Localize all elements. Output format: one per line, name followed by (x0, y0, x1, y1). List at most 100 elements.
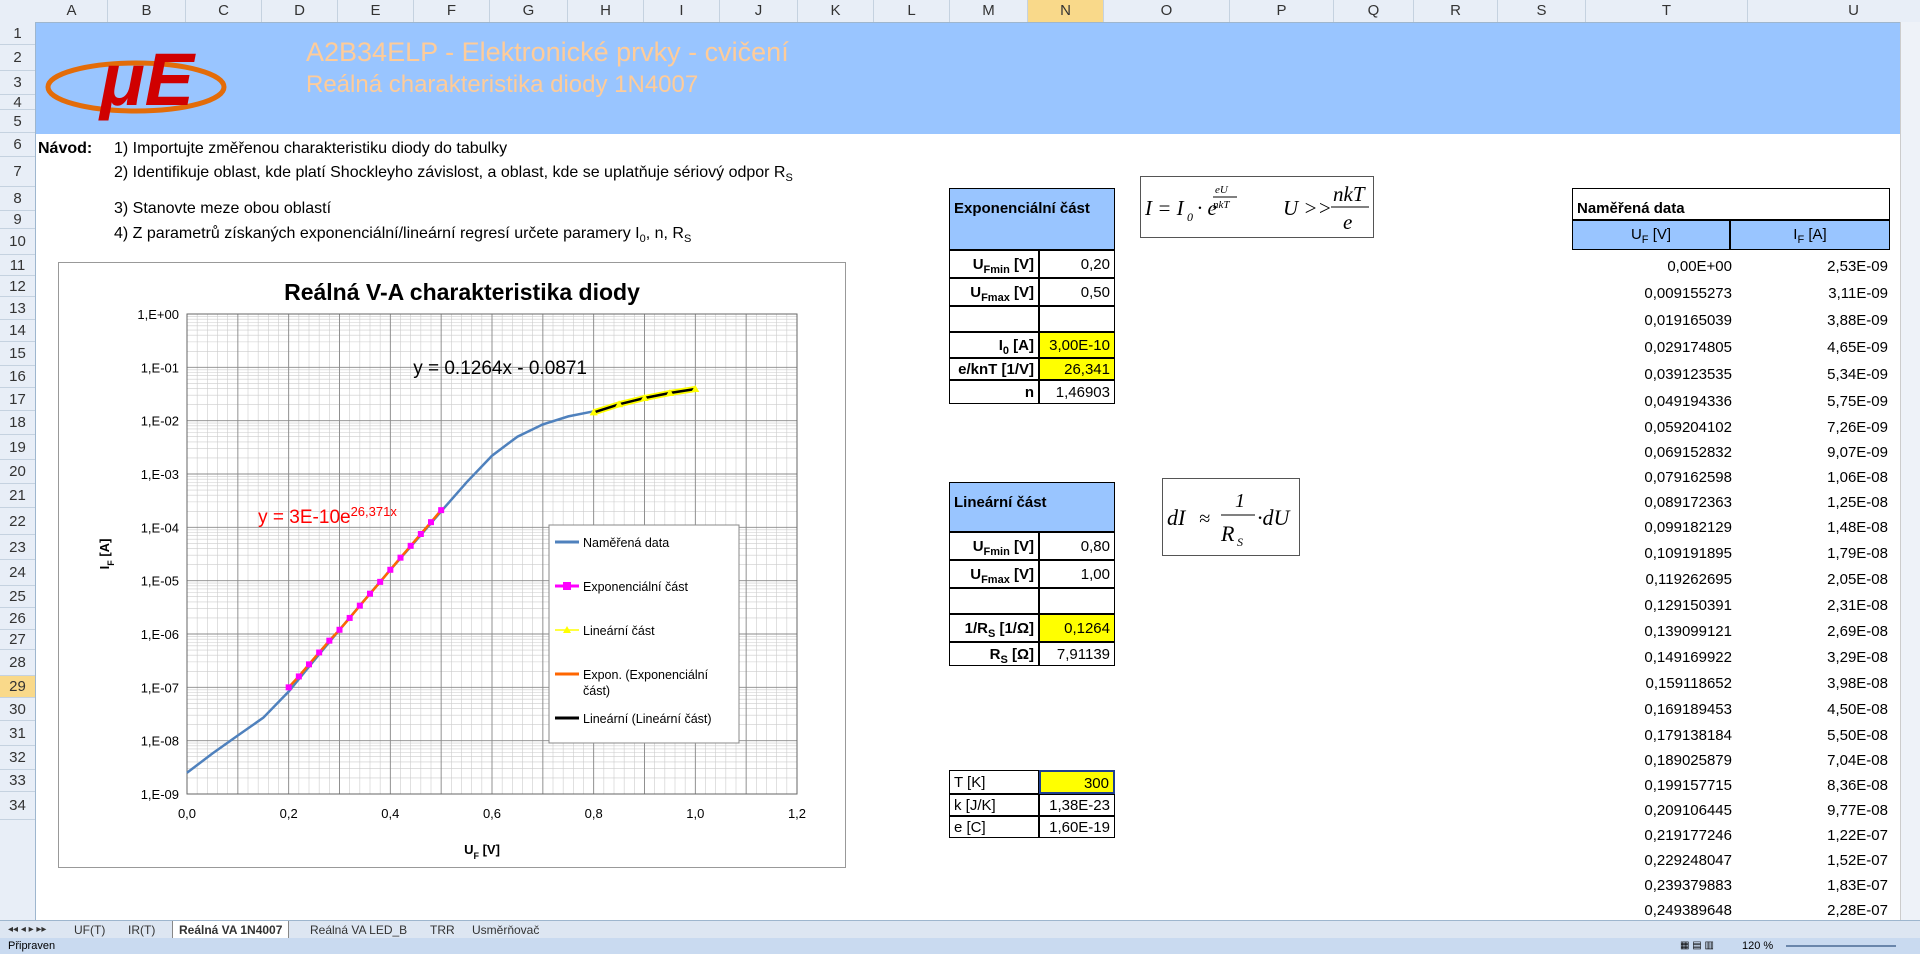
column-header-b[interactable]: B (108, 0, 186, 22)
measured-u-cell[interactable]: 0,00E+00 (1572, 258, 1732, 275)
measured-u-cell[interactable]: 0,199157715 (1572, 777, 1732, 794)
measured-u-cell[interactable]: 0,069152832 (1572, 444, 1732, 461)
row-header-24[interactable]: 24 (0, 560, 35, 586)
row-header-34[interactable]: 34 (0, 792, 35, 820)
measured-i-cell[interactable]: 2,53E-09 (1730, 258, 1888, 275)
column-header-e[interactable]: E (338, 0, 414, 22)
exp_table-value-4[interactable]: 26,341 (1039, 358, 1115, 380)
measured-i-cell[interactable]: 5,34E-09 (1730, 366, 1888, 383)
row-header-1[interactable]: 1 (0, 22, 35, 45)
row-header-5[interactable]: 5 (0, 110, 35, 133)
row-header-25[interactable]: 25 (0, 586, 35, 608)
measured-u-cell[interactable]: 0,029174805 (1572, 339, 1732, 356)
row-header-3[interactable]: 3 (0, 71, 35, 95)
sheet-tab-5[interactable]: Usměrňovač (466, 921, 545, 939)
column-header-g[interactable]: G (490, 0, 568, 22)
vertical-scrollbar[interactable] (1900, 22, 1920, 920)
measured-u-cell[interactable]: 0,039123535 (1572, 366, 1732, 383)
row-header-17[interactable]: 17 (0, 388, 35, 411)
measured-u-cell[interactable]: 0,089172363 (1572, 494, 1732, 511)
measured-i-cell[interactable]: 2,69E-08 (1730, 623, 1888, 640)
measured-u-cell[interactable]: 0,019165039 (1572, 312, 1732, 329)
column-header-n[interactable]: N (1028, 0, 1104, 22)
lin_table-value-1[interactable]: 1,00 (1039, 560, 1115, 588)
sheet-tab-0[interactable]: UF(T) (68, 921, 111, 939)
column-header-a[interactable]: A (36, 0, 108, 22)
column-header-f[interactable]: F (414, 0, 490, 22)
zoom-slider[interactable] (1786, 945, 1896, 947)
measured-i-cell[interactable]: 3,88E-09 (1730, 312, 1888, 329)
row-header-26[interactable]: 26 (0, 608, 35, 630)
measured-u-cell[interactable]: 0,059204102 (1572, 419, 1732, 436)
measured-i-cell[interactable]: 5,50E-08 (1730, 727, 1888, 744)
measured-u-cell[interactable]: 0,189025879 (1572, 752, 1732, 769)
measured-i-cell[interactable]: 8,36E-08 (1730, 777, 1888, 794)
column-header-r[interactable]: R (1414, 0, 1498, 22)
measured-i-cell[interactable]: 1,52E-07 (1730, 852, 1888, 869)
row-header-21[interactable]: 21 (0, 484, 35, 508)
measured-u-cell[interactable]: 0,159118652 (1572, 675, 1732, 692)
column-header-k[interactable]: K (798, 0, 874, 22)
measured-u-cell[interactable]: 0,239379883 (1572, 877, 1732, 894)
measured-i-cell[interactable]: 1,22E-07 (1730, 827, 1888, 844)
row-header-33[interactable]: 33 (0, 770, 35, 792)
lin_table-value-3[interactable]: 0,1264 (1039, 614, 1115, 642)
measured-u-cell[interactable]: 0,209106445 (1572, 802, 1732, 819)
const_table-value-1[interactable]: 1,38E-23 (1039, 794, 1115, 816)
lin_table-value-2[interactable] (1039, 588, 1115, 614)
measured-i-cell[interactable]: 7,26E-09 (1730, 419, 1888, 436)
measured-u-cell[interactable]: 0,249389648 (1572, 902, 1732, 919)
row-header-19[interactable]: 19 (0, 435, 35, 460)
column-header-m[interactable]: M (950, 0, 1028, 22)
column-header-u[interactable]: U (1748, 0, 1920, 22)
column-header-l[interactable]: L (874, 0, 950, 22)
exp_table-value-2[interactable] (1039, 306, 1115, 332)
row-header-11[interactable]: 11 (0, 255, 35, 276)
row-header-31[interactable]: 31 (0, 721, 35, 746)
measured-u-cell[interactable]: 0,129150391 (1572, 597, 1732, 614)
column-header-i[interactable]: I (644, 0, 720, 22)
measured-u-cell[interactable]: 0,119262695 (1572, 571, 1732, 588)
measured-i-cell[interactable]: 2,31E-08 (1730, 597, 1888, 614)
column-header-d[interactable]: D (262, 0, 338, 22)
sheet-tab-3[interactable]: Reálná VA LED_B (304, 921, 413, 939)
measured-u-cell[interactable]: 0,049194336 (1572, 393, 1732, 410)
measured-u-cell[interactable]: 0,079162598 (1572, 469, 1732, 486)
measured-i-cell[interactable]: 2,28E-07 (1730, 902, 1888, 919)
measured-u-cell[interactable]: 0,229248047 (1572, 852, 1732, 869)
row-header-4[interactable]: 4 (0, 95, 35, 110)
tab-nav-arrows[interactable]: ◂◂ ◂ ▸ ▸▸ (2, 921, 52, 939)
column-header-p[interactable]: P (1230, 0, 1334, 22)
row-header-18[interactable]: 18 (0, 411, 35, 435)
measured-i-cell[interactable]: 9,07E-09 (1730, 444, 1888, 461)
row-header-7[interactable]: 7 (0, 157, 35, 187)
measured-u-cell[interactable]: 0,009155273 (1572, 285, 1732, 302)
sheet-tab-1[interactable]: IR(T) (122, 921, 161, 939)
column-header-o[interactable]: O (1104, 0, 1230, 22)
row-header-32[interactable]: 32 (0, 746, 35, 770)
measured-i-cell[interactable]: 3,29E-08 (1730, 649, 1888, 666)
measured-i-cell[interactable]: 2,05E-08 (1730, 571, 1888, 588)
row-header-12[interactable]: 12 (0, 276, 35, 297)
measured-i-cell[interactable]: 1,83E-07 (1730, 877, 1888, 894)
const_table-value-0[interactable]: 300 (1039, 770, 1115, 794)
sheet-tab-4[interactable]: TRR (424, 921, 461, 939)
measured-i-cell[interactable]: 9,77E-08 (1730, 802, 1888, 819)
row-header-30[interactable]: 30 (0, 698, 35, 721)
row-header-9[interactable]: 9 (0, 211, 35, 229)
exp_table-value-3[interactable]: 3,00E-10 (1039, 332, 1115, 358)
measured-i-cell[interactable]: 1,06E-08 (1730, 469, 1888, 486)
row-header-14[interactable]: 14 (0, 320, 35, 342)
column-header-c[interactable]: C (186, 0, 262, 22)
measured-u-cell[interactable]: 0,099182129 (1572, 519, 1732, 536)
exp_table-value-5[interactable]: 1,46903 (1039, 380, 1115, 404)
exp_table-value-0[interactable]: 0,20 (1039, 250, 1115, 278)
measured-i-cell[interactable]: 1,79E-08 (1730, 545, 1888, 562)
measured-u-cell[interactable]: 0,219177246 (1572, 827, 1732, 844)
exp_table-value-1[interactable]: 0,50 (1039, 278, 1115, 306)
measured-u-cell[interactable]: 0,139099121 (1572, 623, 1732, 640)
lin_table-value-4[interactable]: 7,91139 (1039, 642, 1115, 666)
measured-i-cell[interactable]: 5,75E-09 (1730, 393, 1888, 410)
row-header-27[interactable]: 27 (0, 630, 35, 650)
measured-i-cell[interactable]: 3,11E-09 (1730, 285, 1888, 302)
